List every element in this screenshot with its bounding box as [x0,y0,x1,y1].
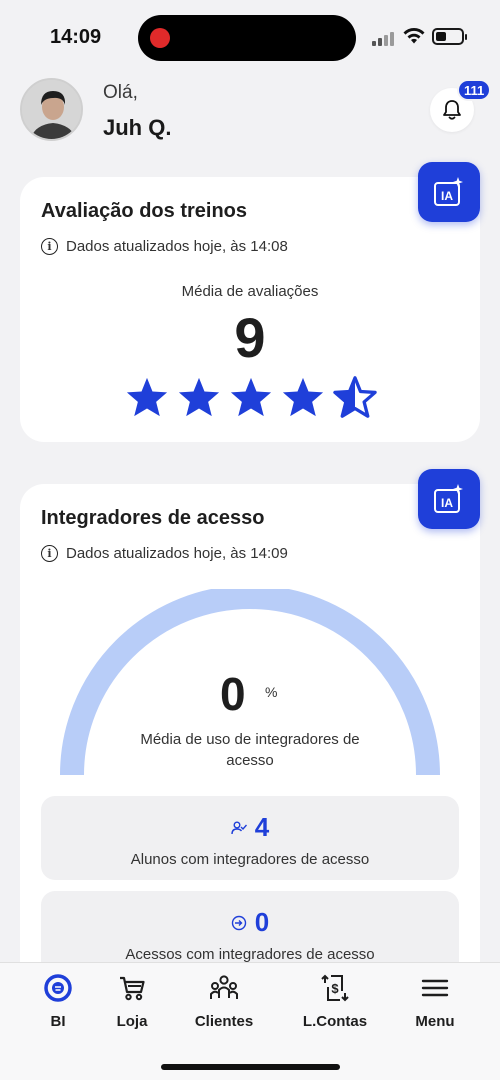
stat-label: Acessos com integradores de acesso [125,946,375,963]
nav-item-loja[interactable]: Loja [82,971,182,1030]
accounts-icon: $ [321,974,349,1002]
clients-icon [210,975,238,999]
info-icon: i [41,238,58,255]
star-filled-icon [178,377,220,417]
menu-icon [421,979,449,997]
svg-text:IA: IA [441,496,453,510]
avatar-image [22,80,81,139]
ia-sparkle-icon: IA [434,484,463,513]
average-label: Média de avaliações [181,283,319,300]
svg-text:$: $ [331,981,339,996]
user-check-icon [231,821,247,834]
access-integrators-card: Integradores de acesso i Dados atualizad… [20,484,480,1004]
cart-icon [120,976,145,1001]
ia-button-access[interactable]: IA [418,469,480,529]
card-title: Integradores de acesso [41,507,265,529]
notification-badge: 111 [457,79,492,101]
star-half-icon [333,376,377,418]
header: Olá, Juh Q. 111 [0,78,500,148]
nav-label: Clientes [194,1013,254,1030]
nav-item-lcontas[interactable]: $ L.Contas [285,971,385,1030]
dynamic-island [138,15,356,61]
ia-button-evaluation[interactable]: IA [418,162,480,222]
updated-text: Dados atualizados hoje, às 14:09 [66,545,288,562]
usage-percent-value: 0 [220,668,246,720]
recording-indicator [150,28,170,48]
battery-icon [432,28,467,45]
percent-symbol: % [265,684,278,700]
average-score: 9 [234,306,266,369]
svg-text:IA: IA [441,189,453,203]
rating-stars [125,376,377,418]
nav-item-clientes[interactable]: Clientes [174,971,274,1030]
bottom-navigation: BI Loja Clientes $ L.Contas Menu [0,962,500,1080]
signal-icon [372,32,394,46]
star-filled-icon [230,377,272,417]
star-filled-icon [282,377,324,417]
home-indicator [161,1064,340,1070]
stat-value: 0 [254,907,270,937]
login-icon [231,915,246,930]
nav-label: Loja [116,1013,148,1030]
updated-info: i Dados atualizados hoje, às 14:09 [41,545,288,562]
students-with-integrators-stat[interactable]: 4 Alunos com integradores de acesso [41,796,459,880]
stat-value: 4 [254,812,270,842]
status-time: 14:09 [50,26,102,48]
nav-item-menu[interactable]: Menu [385,971,485,1030]
nav-label: Menu [415,1013,455,1030]
wifi-icon [403,28,425,44]
info-icon: i [41,545,58,562]
user-name: Juh Q. [103,115,172,140]
status-bar: 14:09 [0,0,500,76]
bi-icon [44,974,72,1002]
training-evaluation-card: Avaliação dos treinos i Dados atualizado… [20,177,480,442]
avatar[interactable] [20,78,83,141]
ia-sparkle-icon: IA [434,177,463,206]
stat-label: Alunos com integradores de acesso [130,851,370,868]
updated-text: Dados atualizados hoje, às 14:08 [66,238,288,255]
nav-label: L.Contas [302,1013,368,1030]
greeting-text: Olá, [103,82,138,103]
card-title: Avaliação dos treinos [41,200,247,222]
star-filled-icon [126,377,168,417]
gauge-label: Média de uso de integradores de acesso [140,731,360,769]
updated-info: i Dados atualizados hoje, às 14:08 [41,238,288,255]
bell-icon [443,100,461,120]
